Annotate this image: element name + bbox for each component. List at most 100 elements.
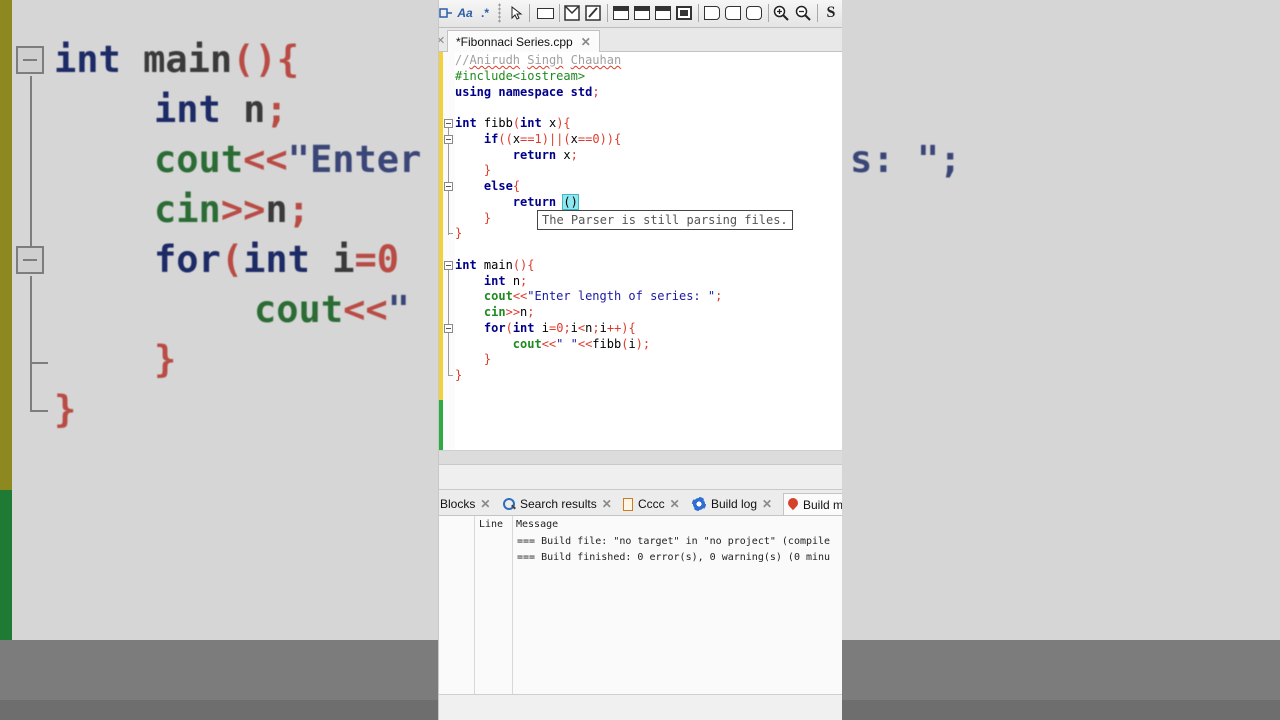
code-token: main <box>476 257 513 272</box>
zoom-out-icon[interactable] <box>794 3 812 23</box>
close-icon[interactable]: ✕ <box>602 497 612 511</box>
code-token: "; <box>916 138 962 181</box>
code-line: using namespace std; <box>455 85 600 101</box>
layout-icon[interactable] <box>675 3 693 23</box>
layout-icon[interactable] <box>612 3 630 23</box>
close-icon[interactable]: ✕ <box>670 497 680 511</box>
code-line: } <box>455 352 491 368</box>
edit-tool-icon[interactable] <box>584 3 602 23</box>
background-fold-line <box>30 362 48 364</box>
code-token: "Enter <box>287 138 422 181</box>
code-line: for(int i=0;i<n;i++){ <box>455 321 636 337</box>
close-icon[interactable]: ✕ <box>480 497 490 511</box>
code-line: return () <box>455 193 579 211</box>
code-token: return <box>512 194 557 209</box>
tab-build-messages[interactable]: Build m <box>783 493 842 515</box>
build-messages-panel[interactable]: Line Message === Build file: "no target"… <box>439 516 842 694</box>
code-token: ++){ <box>606 320 636 335</box>
code-token: == <box>577 131 593 146</box>
code-token: i <box>599 320 607 335</box>
tab-search-results[interactable]: Search results ✕ <box>503 493 612 515</box>
match-case-button[interactable]: Aa <box>456 3 474 23</box>
code-token: } <box>483 163 492 178</box>
background-code-line: cout<<" <box>254 288 410 331</box>
tab-title: *Fibonnaci Series.cpp <box>456 34 573 49</box>
fold-toggle-icon[interactable] <box>444 182 453 191</box>
background-fold-line <box>30 76 32 246</box>
code-line: #include<iostream> <box>455 69 585 85</box>
code-token: >> <box>220 188 266 231</box>
s-button[interactable]: S <box>823 3 839 23</box>
frame-tool-icon[interactable] <box>703 3 721 23</box>
close-icon[interactable]: ✕ <box>762 497 772 511</box>
toolbar: Aa .* S <box>439 0 842 28</box>
tab-label: Search results <box>520 497 597 511</box>
code-token: << <box>512 289 528 304</box>
background-fold-line <box>30 362 32 412</box>
background-code-line: for(int i=0 <box>154 238 399 281</box>
background-code-line: } <box>154 338 176 381</box>
code-token: ; <box>592 320 600 335</box>
code-token: } <box>455 368 463 382</box>
code-token: () <box>562 193 579 210</box>
code-token: x <box>512 131 521 146</box>
code-line: cout<<" "<<fibb(i); <box>455 337 650 353</box>
fold-toggle-icon[interactable] <box>444 324 453 333</box>
code-token: int <box>483 273 506 288</box>
code-token: << <box>541 336 557 351</box>
status-bar <box>439 694 842 720</box>
tab-cccc[interactable]: Cccc ✕ <box>623 493 680 515</box>
code-token: { <box>512 179 521 193</box>
code-token: cout <box>154 138 244 181</box>
fold-toggle-icon[interactable] <box>444 135 453 144</box>
code-token: int <box>455 116 477 130</box>
frame-tool-icon[interactable] <box>745 3 763 23</box>
code-token: int <box>54 38 144 81</box>
tab-fibonnaci-series[interactable]: *Fibonnaci Series.cpp ✕ <box>447 30 600 52</box>
code-token: ( <box>512 116 521 130</box>
panel-splitter[interactable] <box>439 464 842 490</box>
build-message-row[interactable]: === Build finished: 0 error(s), 0 warnin… <box>517 552 830 563</box>
code-editor[interactable]: //Anirudh Singh Chauhan #include<iostrea… <box>439 52 842 450</box>
fold-line <box>448 375 453 376</box>
code-token: #include<iostream> <box>455 68 586 83</box>
code-line: int fibb(int x){ <box>455 116 571 132</box>
code-token: } <box>483 210 492 225</box>
code-token: ); <box>635 336 651 351</box>
code-token: =0 <box>354 238 400 281</box>
layout-icon[interactable] <box>654 3 672 23</box>
code-token: (( <box>498 131 513 146</box>
select-cursor-icon[interactable] <box>509 3 525 23</box>
column-header-line[interactable]: Line <box>479 519 503 530</box>
block-tool-icon[interactable] <box>563 3 581 23</box>
tab-close-icon[interactable]: ✕ <box>581 35 591 49</box>
toolbar-separator <box>817 4 818 22</box>
column-divider <box>512 516 513 694</box>
tab-build-log[interactable]: Build log ✕ <box>692 493 772 515</box>
close-icon[interactable]: ✕ <box>439 34 445 47</box>
layout-icon[interactable] <box>633 3 651 23</box>
editor-horizontal-scrollbar[interactable] <box>439 450 842 464</box>
logs-tab-bar: Blocks ✕ Search results ✕ Cccc ✕ Build l… <box>439 490 842 516</box>
rectangle-tool-icon[interactable] <box>535 3 555 23</box>
find-icon[interactable] <box>439 3 453 23</box>
background-fold-icon <box>16 46 44 74</box>
code-token: << <box>343 288 388 331</box>
tab-code-blocks[interactable]: Blocks ✕ <box>440 493 490 515</box>
regex-button[interactable]: .* <box>477 3 493 23</box>
fold-toggle-icon[interactable] <box>444 261 453 270</box>
code-line: cout<<"Enter length of series: "; <box>455 289 722 305</box>
frame-tool-icon[interactable] <box>724 3 742 23</box>
toolbar-separator <box>559 4 560 22</box>
code-token: ; <box>715 289 723 304</box>
code-line: } <box>455 368 462 384</box>
column-header-message[interactable]: Message <box>516 519 558 530</box>
code-token: i <box>570 320 578 335</box>
zoom-in-icon[interactable] <box>772 3 790 23</box>
fold-toggle-icon[interactable] <box>444 119 453 128</box>
build-message-row[interactable]: === Build file: "no target" in "no proje… <box>517 536 830 547</box>
code-token: cout <box>483 289 513 304</box>
